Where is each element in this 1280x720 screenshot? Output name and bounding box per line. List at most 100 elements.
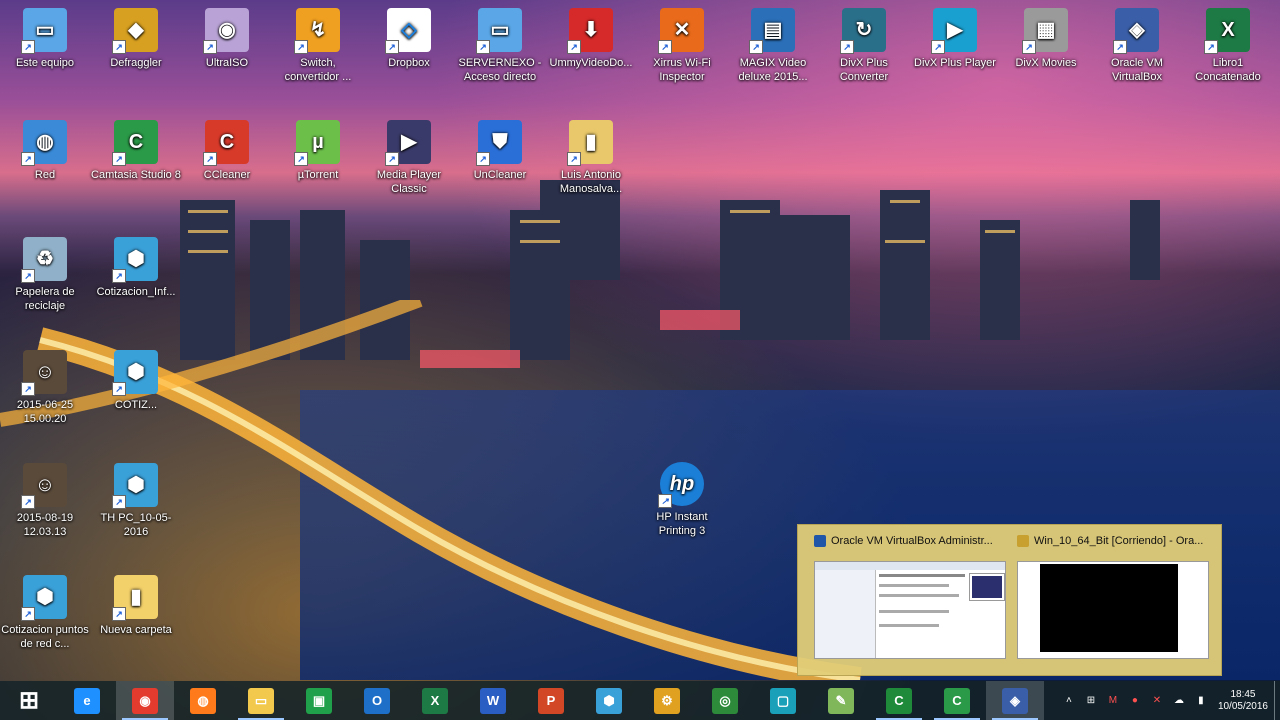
powerpoint-button[interactable]: P <box>522 681 580 720</box>
desktop-icon-xirrus[interactable]: ✕ ↗ Xirrus Wi-Fi Inspector <box>637 8 727 84</box>
desktop-icon-photo[interactable]: ☺ ↗ 2015-06-25 15.00.20 <box>0 350 90 426</box>
shortcut-arrow-icon: ↗ <box>385 40 399 54</box>
store-icon: ▣ <box>306 687 332 714</box>
user-folder-icon: ▮ ↗ <box>567 120 613 166</box>
desktop-icon-cotizacion[interactable]: ⬢ ↗ Cotizacion_Inf... <box>91 237 181 299</box>
desktop-icon-hp-instant-printing[interactable]: hp ↗ HP Instant Printing 3 <box>637 462 727 538</box>
desktop-icon-download[interactable]: ⬇ ↗ UmmyVideoDo... <box>546 8 636 70</box>
disc-icon: ◉ ↗ <box>203 8 249 54</box>
desktop-icon-magix[interactable]: ▤ ↗ MAGIX Video deluxe 2015... <box>728 8 818 84</box>
firefox-button[interactable]: ◍ <box>174 681 232 720</box>
desktop-icon-recycle-bin[interactable]: ♻ ↗ Papelera de reciclaje <box>0 237 90 313</box>
thumbnail-win10-vm[interactable]: Win_10_64_Bit [Corriendo] - Ora... <box>1017 533 1213 661</box>
shortcut-arrow-icon: ↗ <box>112 382 126 396</box>
desktop-icon-cotizacion[interactable]: ⬢ ↗ Cotizacion puntos de red c... <box>0 575 90 651</box>
desktop-icon-defraggler[interactable]: ◆ ↗ Defraggler <box>91 8 181 70</box>
vm-window-icon <box>1017 535 1029 547</box>
desktop-icon-cotizacion[interactable]: ⬢ ↗ COTIZ... <box>91 350 181 412</box>
desktop-icon-media-player[interactable]: ▶ ↗ Media Player Classic <box>364 120 454 196</box>
windows-flag-icon[interactable]: ⊞ <box>1080 681 1102 720</box>
cotizacion-button[interactable]: ⬢ <box>580 681 638 720</box>
virtualbox-icon: ◈ <box>1002 687 1028 714</box>
desktop-icon-divx-converter[interactable]: ↻ ↗ DivX Plus Converter <box>819 8 909 84</box>
outlook-icon: O <box>364 687 390 714</box>
chevron-up-icon[interactable]: ˄ <box>1058 681 1080 720</box>
screen-icon: ▢ <box>770 687 796 714</box>
cloud-icon[interactable]: ☁ <box>1168 681 1190 720</box>
word-icon: W <box>480 687 506 714</box>
explorer-button[interactable]: ▭ <box>232 681 290 720</box>
desktop-icon-dropbox[interactable]: ◇ ↗ Dropbox <box>364 8 454 70</box>
desktop-icon-label: Xirrus Wi-Fi Inspector <box>653 57 711 83</box>
camtasia-recorder-button[interactable]: C <box>870 681 928 720</box>
utorrent-icon: µ ↗ <box>294 120 340 166</box>
desktop-icon-label: UmmyVideoDo... <box>549 57 633 69</box>
editor-button[interactable]: ✎ <box>812 681 870 720</box>
desktop-icon-utorrent[interactable]: µ ↗ µTorrent <box>273 120 363 182</box>
firefox-icon: ◍ <box>190 687 216 714</box>
shortcut-arrow-icon: ↗ <box>476 40 490 54</box>
desktop-icon-label: DivX Plus Player <box>914 57 996 69</box>
close-box-icon[interactable]: ✕ <box>1146 681 1168 720</box>
desktop-icon-network[interactable]: ◍ ↗ Red <box>0 120 90 182</box>
desktop-icon-server[interactable]: ▭ ↗ SERVERNEXO - Acceso directo <box>455 8 545 84</box>
clock[interactable]: 18:45 10/05/2016 <box>1212 689 1274 713</box>
camtasia-studio-button[interactable]: C <box>928 681 986 720</box>
desktop-icon-label: MAGIX Video deluxe 2015... <box>738 57 808 83</box>
show-desktop-button[interactable] <box>1274 681 1280 720</box>
desktop-icon-ccleaner[interactable]: C ↗ CCleaner <box>182 120 272 182</box>
tools-icon: ⚙ <box>654 687 680 714</box>
desktop-icon-camtasia[interactable]: C ↗ Camtasia Studio 8 <box>91 120 181 182</box>
red-app-icon[interactable]: ● <box>1124 681 1146 720</box>
dropbox-icon: ◇ ↗ <box>385 8 431 54</box>
ie-button[interactable]: e <box>58 681 116 720</box>
chrome-button[interactable]: ◉ <box>116 681 174 720</box>
antivirus-icon[interactable]: M <box>1102 681 1124 720</box>
shortcut-arrow-icon: ↗ <box>21 382 35 396</box>
shortcut-arrow-icon: ↗ <box>840 40 854 54</box>
desktop-icon-divx-player[interactable]: ▶ ↗ DivX Plus Player <box>910 8 1000 70</box>
desktop-icon-label: Dropbox <box>388 57 430 69</box>
word-button[interactable]: W <box>464 681 522 720</box>
desktop-icon-switch[interactable]: ↯ ↗ Switch, convertidor ... <box>273 8 363 84</box>
thumbnail-title: Oracle VM VirtualBox Administr... <box>831 535 993 547</box>
desktop-icon-uncleaner[interactable]: ⛊ ↗ UnCleaner <box>455 120 545 182</box>
desktop-icon-excel[interactable]: X ↗ Libro1 Concatenado <box>1183 8 1273 84</box>
desktop-icon-disc[interactable]: ◉ ↗ UltraISO <box>182 8 272 70</box>
start-button[interactable]: ⊞ <box>0 681 58 720</box>
ccleaner-icon: C ↗ <box>203 120 249 166</box>
excel-button[interactable]: X <box>406 681 464 720</box>
desktop-icon-user-folder[interactable]: ▮ ↗ Luis Antonio Manosalva... <box>546 120 636 196</box>
desktop-icon-label: Cotizacion puntos de red c... <box>1 624 89 650</box>
desktop-icon-computer[interactable]: ▭ ↗ Este equipo <box>0 8 90 70</box>
camtasia-icon: C ↗ <box>112 120 158 166</box>
desktop-icon-label: Este equipo <box>15 57 75 69</box>
shortcut-arrow-icon: ↗ <box>21 152 35 166</box>
desktop-icon-virtualbox[interactable]: ◈ ↗ Oracle VM VirtualBox <box>1092 8 1182 84</box>
desktop-icon-label: UltraISO <box>205 57 249 69</box>
tools-button[interactable]: ⚙ <box>638 681 696 720</box>
desktop-icon-divx-movies[interactable]: ▦ ↗ DivX Movies <box>1001 8 1091 70</box>
desktop-icon-cotizacion[interactable]: ⬢ ↗ TH PC_10-05-2016 <box>91 463 181 539</box>
recycle-bin-icon: ♻ ↗ <box>21 237 67 283</box>
defraggler-icon: ◆ ↗ <box>112 8 158 54</box>
switch-icon: ↯ ↗ <box>294 8 340 54</box>
desktop-icon-photo[interactable]: ☺ ↗ 2015-08-19 12.03.13 <box>0 463 90 539</box>
shortcut-arrow-icon: ↗ <box>567 40 581 54</box>
shortcut-arrow-icon: ↗ <box>21 607 35 621</box>
taskbar: ⊞ e ◉ ◍ ▭ ▣ O X W P ⬢ ⚙ ◎ ▢ ✎ C C ◈ ˄ ⊞ M ● ✕ ☁ ▮ 18:45 10/05/2… <box>0 681 1280 720</box>
outlook-button[interactable]: O <box>348 681 406 720</box>
shortcut-arrow-icon: ↗ <box>112 607 126 621</box>
desktop-icon-folder[interactable]: ▮ ↗ Nueva carpeta <box>91 575 181 637</box>
desktop-icon-label: 2015-08-19 12.03.13 <box>16 512 74 538</box>
shortcut-arrow-icon: ↗ <box>21 269 35 283</box>
network-bars-icon[interactable]: ▮ <box>1190 681 1212 720</box>
thumbnail-virtualbox-manager[interactable]: Oracle VM VirtualBox Administr... <box>814 533 1010 661</box>
desktop-icon-label: DivX Plus Converter <box>839 57 889 83</box>
screen-button[interactable]: ▢ <box>754 681 812 720</box>
camtasia-icon: C <box>944 687 970 714</box>
globe-button[interactable]: ◎ <box>696 681 754 720</box>
virtualbox-button[interactable]: ◈ <box>986 681 1044 720</box>
cotizacion-icon: ⬢ ↗ <box>112 350 158 396</box>
store-button[interactable]: ▣ <box>290 681 348 720</box>
